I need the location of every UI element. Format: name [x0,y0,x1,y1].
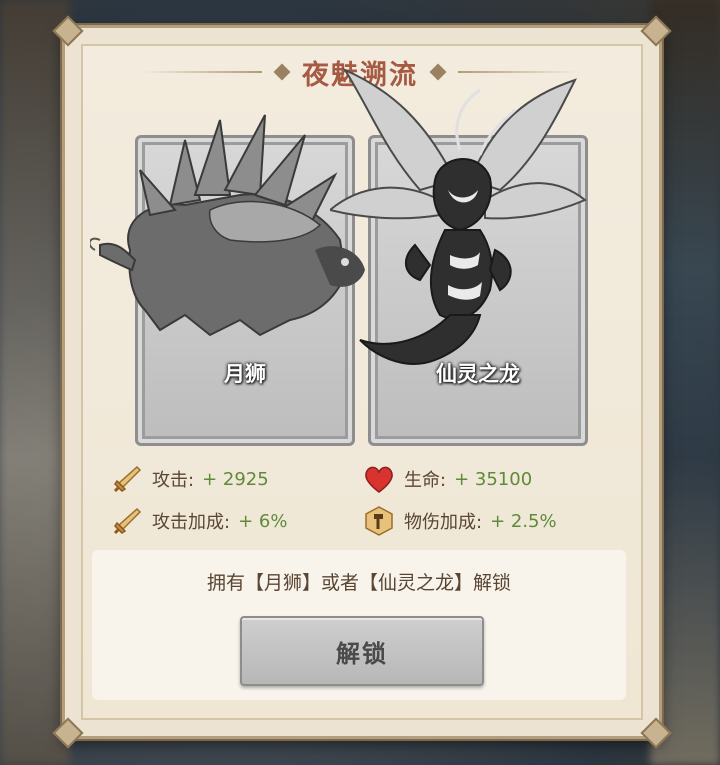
stat-attack: 攻击: + 2925 [110,462,269,496]
stat-value: + 2925 [202,468,269,490]
diamond-icon [273,63,291,81]
stat-value: + 2.5% [490,510,557,532]
unlock-condition-text: 拥有【月狮】或者【仙灵之龙】解锁 [206,572,511,594]
stat-label: 生命: [404,470,447,491]
unlock-panel: 拥有【月狮】或者【仙灵之龙】解锁 解锁 [92,550,626,700]
stat-label: 攻击加成: [152,512,231,533]
heart-icon [362,462,396,496]
stat-value: + 6% [238,510,288,532]
creature-name: 月狮 [224,362,266,386]
fairy-dragon-creature-icon [330,67,587,365]
stat-attack-bonus: 攻击加成: + 6% [110,504,287,538]
stat-phys-dmg-bonus: 物伤加成: + 2.5% [362,504,557,538]
title-divider [142,71,262,73]
background-left [0,0,70,765]
stat-value: + 35100 [454,468,533,490]
stat-label: 物伤加成: [404,512,483,533]
stat-hp: 生命: + 35100 [362,462,532,496]
sword-icon [110,504,144,538]
hammer-shield-icon [362,504,396,538]
stat-label: 攻击: [152,470,195,491]
sword-icon [110,462,144,496]
unlock-button[interactable]: 解锁 [240,616,484,686]
